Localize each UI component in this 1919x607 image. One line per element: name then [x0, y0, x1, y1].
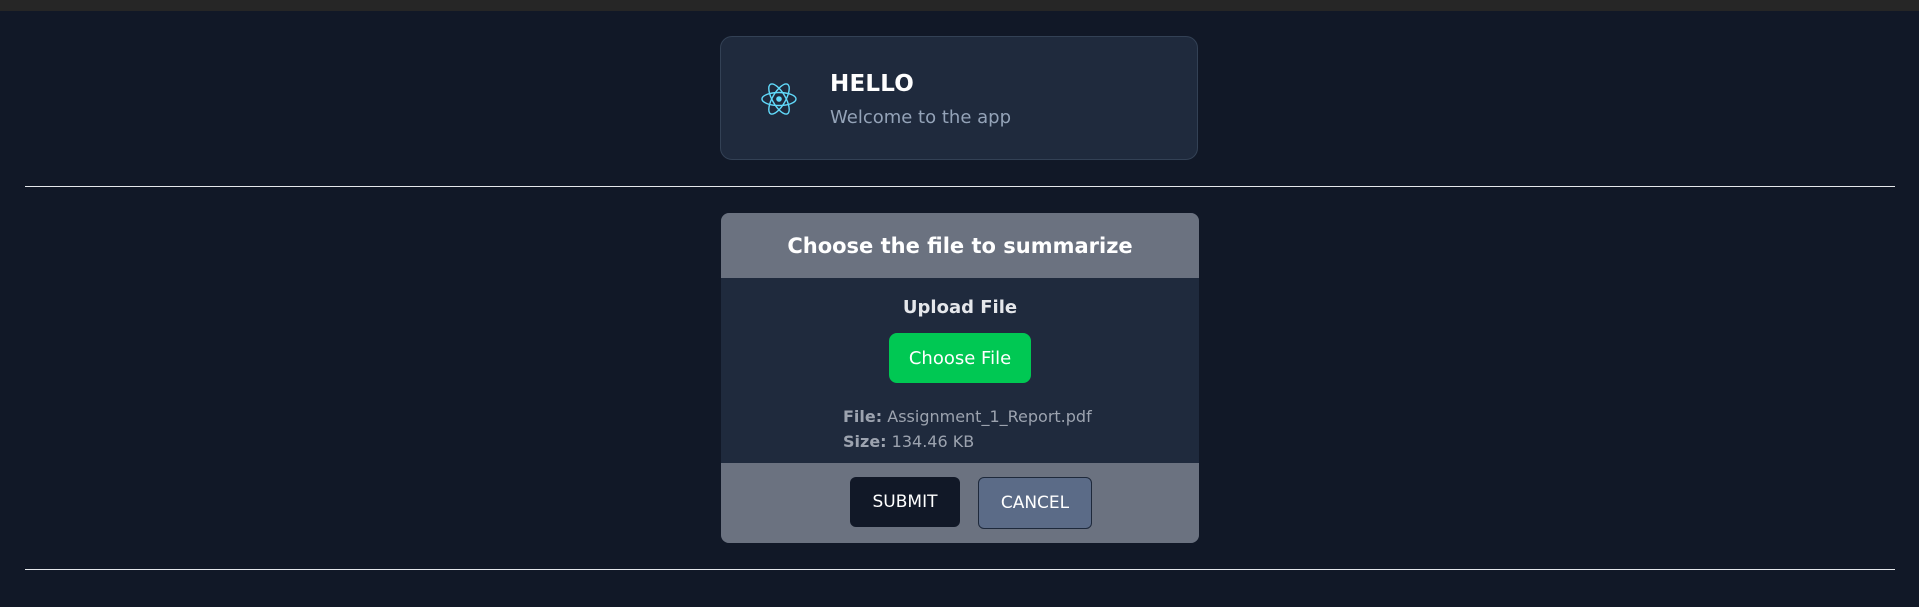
upload-card-title: Choose the file to summarize: [787, 233, 1133, 258]
file-name-row: File: Assignment_1_Report.pdf: [843, 407, 1092, 426]
page-subtitle: Welcome to the app: [830, 107, 1011, 128]
cancel-button[interactable]: CANCEL: [978, 477, 1092, 529]
upload-file-label: Upload File: [902, 297, 1018, 318]
welcome-card: HELLO Welcome to the app: [720, 36, 1198, 160]
file-size-key: Size:: [843, 432, 887, 451]
upload-card: Choose the file to summarize Upload File…: [721, 213, 1199, 543]
top-divider: [25, 186, 1895, 187]
submit-button[interactable]: SUBMIT: [850, 477, 960, 527]
bottom-divider: [25, 569, 1895, 570]
page-title: HELLO: [830, 71, 915, 97]
upload-card-footer: SUBMIT CANCEL: [721, 463, 1199, 543]
file-name-value: Assignment_1_Report.pdf: [887, 407, 1092, 426]
react-atom-icon: [761, 83, 797, 115]
file-size-row: Size: 134.46 KB: [843, 432, 974, 451]
choose-file-button[interactable]: Choose File: [889, 333, 1031, 383]
browser-top-bar: [0, 0, 1919, 11]
file-name-key: File:: [843, 407, 883, 426]
file-size-value: 134.46 KB: [891, 432, 975, 451]
upload-card-header: Choose the file to summarize: [721, 213, 1199, 278]
